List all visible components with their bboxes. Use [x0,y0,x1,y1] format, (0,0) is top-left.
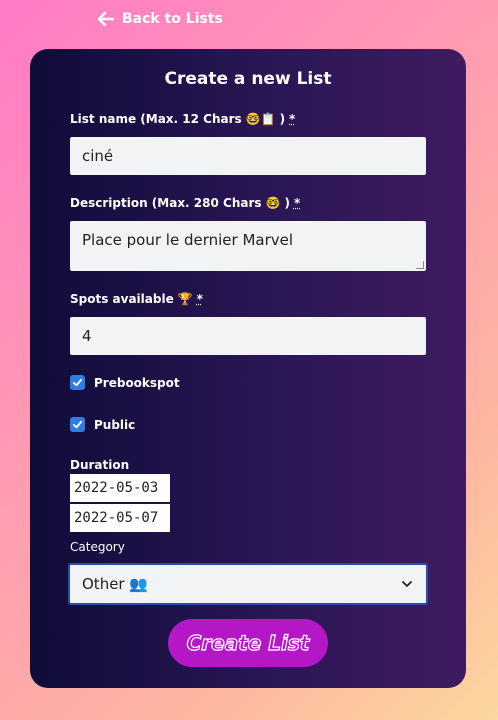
page-title: Create a new List [164,69,332,89]
duration-label: Duration [70,458,130,472]
list-name-label: List name (Max. 12 Chars 🤓📋) * [70,112,296,126]
category-select[interactable]: Other 👥 [68,563,428,605]
required-marker: * [293,196,301,210]
public-label: Public [94,417,136,432]
create-list-card: Create a new List List name (Max. 12 Cha… [30,49,466,688]
arrow-left-icon [98,12,114,26]
required-marker: * [289,112,296,126]
prebookspot-label: Prebookspot [94,375,180,390]
category-label: Category [70,540,125,554]
nerd-emoji-icon: 🤓 [265,196,281,210]
back-to-lists-link[interactable]: Back to Lists [98,11,223,27]
spots-input[interactable]: 4 [70,317,426,355]
list-name-input[interactable]: ciné [70,137,426,175]
description-label: Description (Max. 280 Chars 🤓) * [70,196,301,210]
public-checkbox[interactable]: Public [70,417,135,432]
category-selected-value: Other [82,575,125,593]
people-icon: 👥 [129,575,149,593]
spots-label: Spots available 🏆 * [70,292,203,306]
checkbox-checked-icon[interactable] [70,417,85,432]
create-list-button[interactable]: Create List [168,619,328,667]
nerd-clipboard-emoji-icon: 🤓📋 [245,112,276,126]
back-label: Back to Lists [122,11,223,27]
prebookspot-checkbox[interactable]: Prebookspot [70,375,180,390]
description-textarea[interactable]: Place pour le dernier Marvel [70,221,426,271]
trophy-icon: 🏆 [177,292,193,306]
resize-handle-icon[interactable] [416,261,424,269]
required-marker: * [196,292,203,306]
duration-end-date[interactable]: 2022-05-07 [70,504,170,532]
duration-start-date[interactable]: 2022-05-03 [70,474,170,502]
chevron-down-icon [402,581,412,587]
checkbox-checked-icon[interactable] [70,375,85,390]
